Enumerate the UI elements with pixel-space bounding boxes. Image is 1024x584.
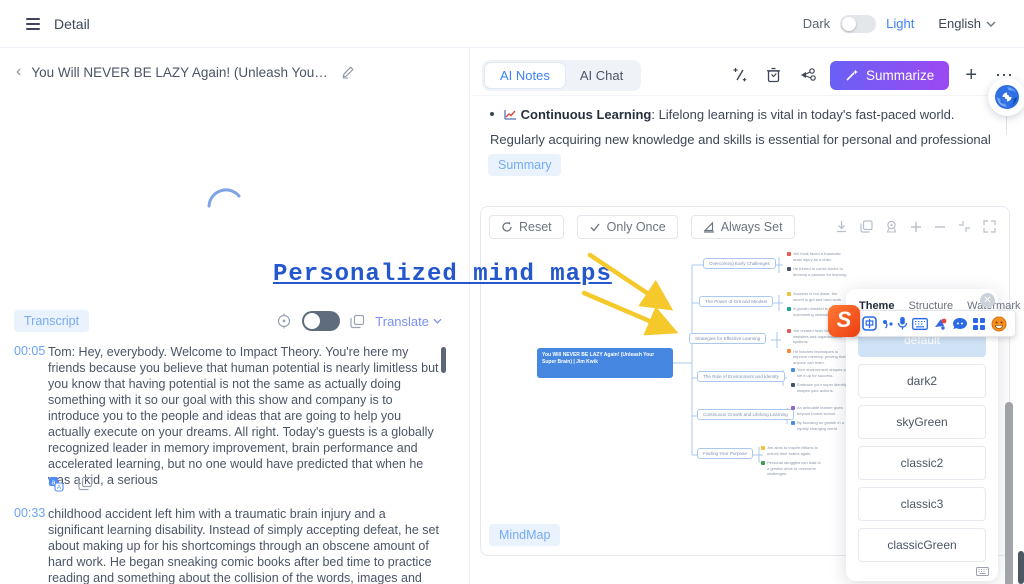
microphone-icon[interactable] bbox=[897, 316, 908, 331]
translate-entry-icon[interactable]: a A bbox=[48, 476, 64, 492]
mindmap-subnodes: An articulate learner goes beyond formal… bbox=[791, 405, 853, 435]
timestamp[interactable]: 00:33 bbox=[0, 506, 48, 584]
transcript-tab[interactable]: Transcript bbox=[14, 310, 89, 332]
close-icon[interactable]: ✕ bbox=[980, 293, 995, 308]
sogou-input-logo[interactable]: S bbox=[828, 305, 860, 337]
bullet-dot bbox=[490, 112, 494, 116]
mindmap-branch[interactable]: The Role of Environment and Identity bbox=[697, 371, 785, 382]
transcript-text: childhood accident left him with a traum… bbox=[48, 506, 440, 584]
transcript-text: Tom: Hey, everybody. Welcome to Impact T… bbox=[48, 344, 440, 488]
assistant-float-button[interactable] bbox=[988, 78, 1024, 116]
theme-scrollbar[interactable] bbox=[1005, 402, 1013, 584]
top-bar: Detail Dark Light English bbox=[0, 0, 1024, 48]
chat-bubble-icon[interactable] bbox=[952, 317, 968, 331]
theme-toggle[interactable] bbox=[840, 15, 876, 33]
transcript-scrollbar[interactable] bbox=[441, 347, 446, 373]
emoji-face-icon[interactable] bbox=[991, 316, 1007, 332]
bullet-title: Continuous Learning bbox=[521, 107, 652, 122]
timestamp[interactable]: 00:05 bbox=[0, 344, 48, 488]
light-mode-label: Light bbox=[886, 16, 914, 31]
chinese-mode-icon[interactable] bbox=[862, 316, 877, 331]
auto-scroll-icon[interactable] bbox=[276, 313, 292, 329]
magic-wand-icon bbox=[845, 68, 859, 82]
edit-icon[interactable] bbox=[341, 65, 355, 79]
delete-icon[interactable] bbox=[765, 66, 782, 84]
translate-dropdown[interactable]: Translate bbox=[375, 314, 442, 329]
float-stem bbox=[1006, 116, 1007, 134]
mindmap-root-node[interactable]: You Will NEVER BE LAZY Again! (Unleash Y… bbox=[537, 348, 673, 378]
notes-tabs: AI Notes AI Chat bbox=[482, 60, 641, 91]
mindmap-branch[interactable]: The Power of Grit and Mindset bbox=[699, 296, 773, 307]
language-label: English bbox=[938, 16, 981, 31]
language-selector[interactable]: English bbox=[938, 16, 996, 31]
svg-text:A: A bbox=[57, 485, 61, 491]
keyboard-icon[interactable] bbox=[912, 318, 928, 330]
summarize-label: Summarize bbox=[866, 68, 934, 83]
video-panel: ‹ You Will NEVER BE LAZY Again! (Unleash… bbox=[0, 48, 470, 584]
mindmap-subnodes: Jim Kwik faced a traumatic brain injury … bbox=[787, 251, 849, 281]
page-title: Detail bbox=[54, 16, 90, 32]
note-bullet-item: Continuous Learning: Lifelong learning i… bbox=[490, 102, 1006, 177]
loading-spinner bbox=[203, 180, 247, 224]
copy-entry-icon[interactable] bbox=[78, 476, 93, 491]
mindmap-badge[interactable]: MindMap bbox=[489, 524, 560, 546]
app-window: Detail Dark Light English ‹ You Will NEV… bbox=[0, 0, 1024, 584]
annotation-text: Personalized mind maps bbox=[273, 261, 612, 288]
keyboard-icon[interactable] bbox=[976, 567, 989, 576]
chart-increasing-icon bbox=[504, 109, 517, 120]
export-mindmap-icon[interactable] bbox=[798, 66, 818, 84]
theme-option-dark2[interactable]: dark2 bbox=[858, 364, 986, 398]
summarize-button[interactable]: Summarize bbox=[830, 61, 949, 90]
ai-format-icon[interactable] bbox=[731, 66, 749, 84]
toolbox-grid-icon[interactable] bbox=[972, 317, 986, 331]
mindmap-branch[interactable]: Continuous Growth and Lifelong Learning bbox=[697, 409, 794, 420]
menu-icon[interactable] bbox=[26, 18, 40, 30]
mindmap-card: Reset Only Once Always Set bbox=[480, 206, 1010, 556]
theme-option-classic2[interactable]: classic2 bbox=[858, 446, 986, 480]
tone-icon[interactable] bbox=[882, 318, 893, 330]
transcript-row[interactable]: 00:33 childhood accident left him with a… bbox=[0, 506, 452, 584]
theme-option-classic3[interactable]: classic3 bbox=[858, 487, 986, 521]
dark-mode-label: Dark bbox=[803, 16, 830, 31]
back-icon[interactable]: ‹ bbox=[16, 64, 21, 80]
theme-option-skygreen[interactable]: skyGreen bbox=[858, 405, 986, 439]
mindmap-subnodes: Jim aims to inspire billions to unlock t… bbox=[761, 445, 823, 481]
video-title: You Will NEVER BE LAZY Again! (Unleash Y… bbox=[31, 65, 331, 80]
theme-option-classicgreen[interactable]: classicGreen bbox=[858, 528, 986, 562]
chevron-down-icon bbox=[986, 21, 996, 27]
mindmap-subnodes: Your environment shapes you; set it up f… bbox=[791, 367, 853, 397]
tab-ai-chat[interactable]: AI Chat bbox=[565, 63, 638, 88]
page-scrollbar[interactable] bbox=[1018, 551, 1024, 584]
sogou-input-toolbar bbox=[853, 310, 1016, 337]
spiral-logo-icon bbox=[994, 84, 1020, 110]
transcript-row[interactable]: 00:05 Tom: Hey, everybody. Welcome to Im… bbox=[0, 344, 452, 488]
chevron-down-icon bbox=[433, 318, 442, 324]
mindmap-branch[interactable]: Strategies for Effective Learning bbox=[689, 333, 766, 344]
translate-toggle[interactable] bbox=[302, 311, 340, 331]
tab-ai-notes[interactable]: AI Notes bbox=[485, 63, 565, 88]
summary-badge[interactable]: Summary bbox=[488, 154, 561, 176]
add-note-button[interactable]: + bbox=[965, 65, 977, 85]
skin-palette-icon[interactable] bbox=[933, 317, 948, 331]
mindmap-branch[interactable]: Finding Your Purpose bbox=[697, 448, 753, 459]
transcript-toolbar: Transcript Translate bbox=[0, 310, 456, 332]
copy-icon[interactable] bbox=[350, 314, 365, 329]
translate-label: Translate bbox=[375, 314, 429, 329]
mindmap-branch[interactable]: Overcoming Early Challenges bbox=[703, 258, 776, 269]
